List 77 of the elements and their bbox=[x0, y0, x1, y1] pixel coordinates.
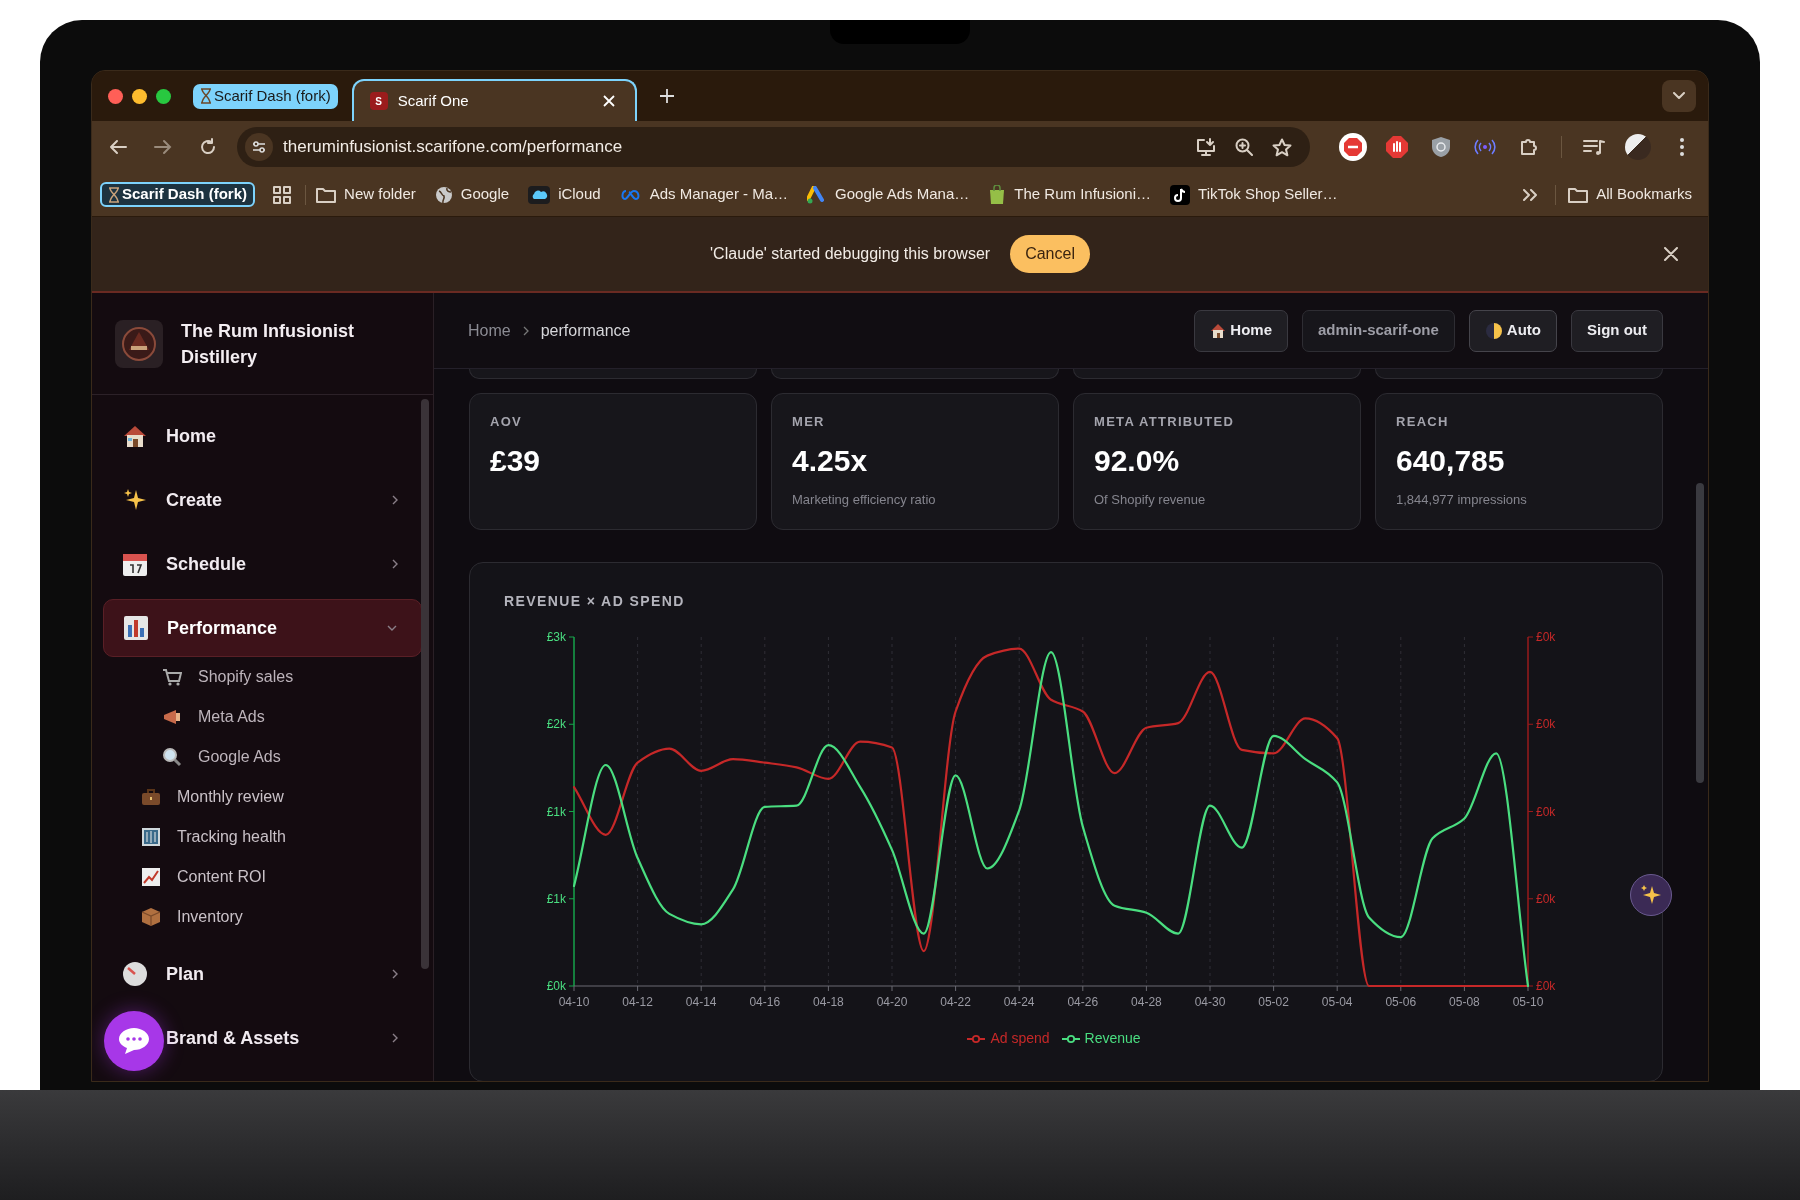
nav-item[interactable]: Home bbox=[103, 407, 422, 465]
legend-label: Revenue bbox=[1084, 1029, 1141, 1048]
banner-message: 'Claude' started debugging this browser bbox=[710, 244, 991, 264]
bookmark-link[interactable]: Ads Manager - Ma… bbox=[619, 183, 789, 206]
axis-label: £0k bbox=[1536, 891, 1556, 906]
axis-label: 04-30 bbox=[1194, 995, 1226, 1009]
address-bar[interactable]: theruminfusionist.scarifone.com/performance bbox=[237, 127, 1310, 167]
axis-label: 04-14 bbox=[685, 995, 717, 1009]
axis-label: £0k bbox=[1536, 630, 1556, 644]
axis-label: 04-18 bbox=[813, 995, 844, 1009]
tab-favicon: S bbox=[369, 92, 388, 110]
bookmark-link[interactable]: The Rum Infusioni… bbox=[988, 183, 1152, 206]
axis-label: £3k bbox=[546, 630, 566, 644]
stat-value: £39 bbox=[490, 442, 542, 479]
nav-subitem[interactable]: Inventory bbox=[103, 897, 422, 937]
bookmark-link[interactable]: New folder bbox=[316, 183, 416, 206]
stat-label: REACH bbox=[1396, 413, 1450, 431]
axis-label: £1k bbox=[546, 804, 566, 819]
axis-label: 05-10 bbox=[1512, 995, 1544, 1009]
legend-label: Ad spend bbox=[990, 1029, 1050, 1048]
axis-label: £0k bbox=[1536, 804, 1556, 819]
nav-subitem[interactable]: Meta Ads bbox=[103, 697, 422, 737]
axis-label: 04-20 bbox=[876, 995, 908, 1009]
stat-note: 1,844,977 impressions bbox=[1396, 490, 1528, 509]
nav-item[interactable]: Performance bbox=[103, 599, 422, 657]
axis-label: 04-22 bbox=[940, 995, 971, 1009]
stat-label: META ATTRIBUTED bbox=[1094, 413, 1236, 431]
axis-label: 05-06 bbox=[1385, 995, 1417, 1009]
header-button[interactable]: admin-scarif-one bbox=[1302, 309, 1455, 352]
bookmark-link[interactable]: iCloud bbox=[528, 183, 601, 206]
breadcrumb-link[interactable]: performance bbox=[540, 318, 631, 343]
nav-item[interactable]: Brand & Assets bbox=[103, 1009, 422, 1067]
stat-label: AOV bbox=[490, 413, 524, 431]
axis-label: £0k bbox=[1536, 717, 1556, 732]
url-text: theruminfusionist.scarifone.com/performance bbox=[283, 136, 624, 159]
nav-subitem[interactable]: Monthly review bbox=[103, 777, 422, 817]
tab-group-chip[interactable]: Scarif Dash (fork) bbox=[193, 83, 338, 109]
axis-label: £0k bbox=[546, 979, 566, 993]
header-button[interactable]: Sign out bbox=[1571, 309, 1663, 352]
bookmark-link[interactable]: TikTok Shop Seller… bbox=[1170, 183, 1338, 206]
stat-value: 92.0% bbox=[1094, 442, 1181, 479]
axis-label: 05-02 bbox=[1258, 995, 1289, 1009]
stat-label: MER bbox=[792, 413, 826, 431]
axis-label: 05-08 bbox=[1449, 995, 1480, 1009]
all-bookmarks-link[interactable]: All Bookmarks bbox=[1568, 183, 1692, 206]
tab-title: Scarif One bbox=[397, 90, 470, 111]
axis-label: 04-10 bbox=[558, 995, 590, 1009]
nav-item[interactable]: Plan bbox=[103, 945, 422, 1003]
axis-label: £2k bbox=[546, 717, 566, 732]
nav-subitem[interactable]: Google Ads bbox=[103, 737, 422, 777]
nav-subitem[interactable]: Tracking health bbox=[103, 817, 422, 857]
browser-tab[interactable]: S Scarif One bbox=[351, 79, 637, 121]
breadcrumb-link[interactable]: Home bbox=[468, 318, 511, 343]
nav-subitem[interactable]: Shopify sales bbox=[103, 657, 422, 697]
nav-subitem[interactable]: Content ROI bbox=[103, 857, 422, 897]
axis-label: 04-28 bbox=[1131, 995, 1162, 1009]
stat-note: Marketing efficiency ratio bbox=[792, 490, 937, 509]
bookmark-group-chip[interactable]: Scarif Dash (fork) bbox=[100, 182, 256, 207]
axis-label: £1k bbox=[546, 891, 566, 906]
nav-item[interactable]: Create bbox=[103, 471, 422, 529]
stat-value: 4.25x bbox=[792, 442, 869, 479]
header-button[interactable]: Home bbox=[1194, 309, 1288, 352]
axis-label: £0k bbox=[1536, 979, 1556, 993]
bookmark-link[interactable]: Google Ads Mana… bbox=[807, 183, 970, 206]
header-button[interactable]: Auto bbox=[1468, 309, 1557, 352]
chart-title: REVENUE × AD SPEND bbox=[504, 592, 686, 611]
axis-label: 05-04 bbox=[1321, 995, 1353, 1009]
axis-label: 04-24 bbox=[1003, 995, 1035, 1009]
axis-label: 04-26 bbox=[1067, 995, 1099, 1009]
stat-value: 640,785 bbox=[1396, 442, 1506, 479]
axis-label: 04-16 bbox=[749, 995, 781, 1009]
axis-label: 04-12 bbox=[622, 995, 653, 1009]
stat-note: Of Shopify revenue bbox=[1094, 490, 1207, 509]
bookmark-link[interactable]: Google bbox=[434, 183, 510, 206]
nav-item[interactable]: Schedule bbox=[103, 535, 422, 593]
brand-name: The Rum Infusionist Distillery bbox=[181, 319, 355, 369]
cancel-button[interactable]: Cancel bbox=[1010, 235, 1090, 273]
